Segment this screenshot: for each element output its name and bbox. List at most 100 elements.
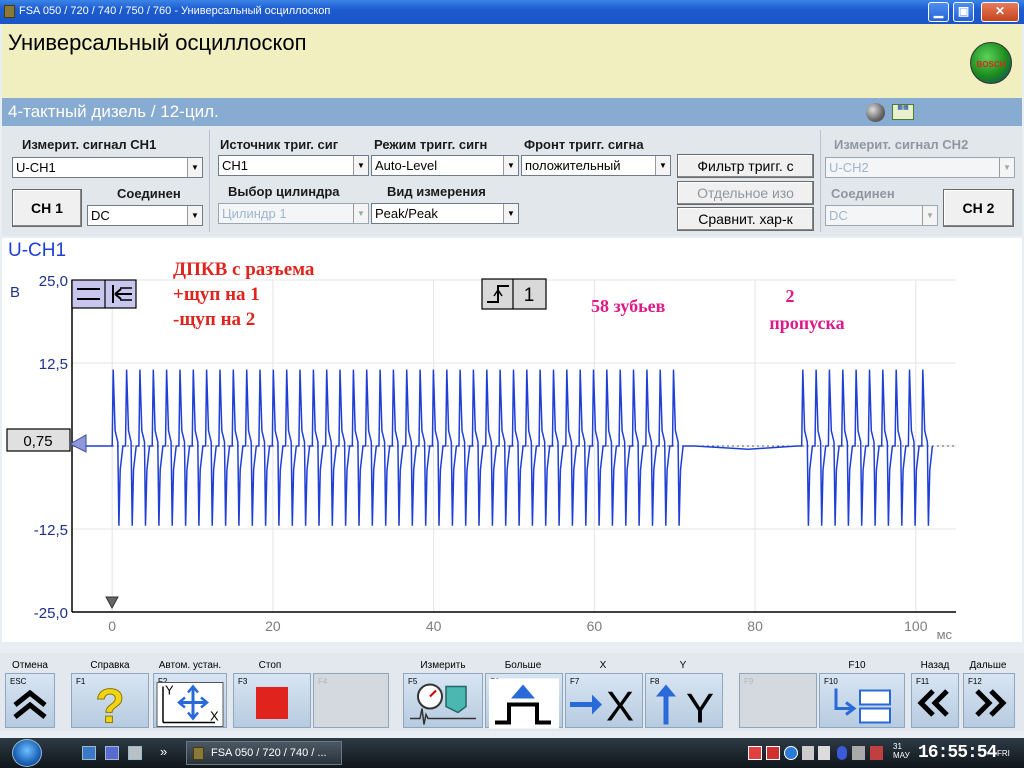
chevron-down-icon[interactable]: ▼: [999, 158, 1014, 177]
fkey-f2-button[interactable]: F2YX: [153, 673, 227, 728]
annotation-source-2: +щуп на 1: [173, 284, 260, 305]
quicklaunch-icon[interactable]: [82, 746, 96, 760]
maximize-button[interactable]: ▣: [953, 2, 974, 22]
double-chevron-left-icon: [911, 683, 959, 723]
cylinder-label: Выбор цилиндра: [228, 184, 340, 199]
fkey-f5-button[interactable]: F5: [403, 673, 483, 728]
ch1-button[interactable]: CH 1: [12, 189, 82, 227]
tray-bluetooth-icon[interactable]: [837, 746, 847, 760]
app-icon: [193, 747, 204, 760]
annotation-source-3: -щуп на 2: [173, 309, 255, 330]
measure-type-select[interactable]: Peak/Peak ▼: [371, 203, 519, 224]
help-question-icon: ?: [80, 678, 140, 734]
annotation-source-1: ДПКВ с разъема: [173, 259, 315, 280]
taskbar-app-label: FSA 050 / 720 / 740 / ...: [211, 747, 327, 759]
window-titlebar[interactable]: FSA 050 / 720 / 740 / 750 / 760 - Универ…: [0, 0, 1024, 24]
divider: [209, 130, 210, 232]
tray-power-icon[interactable]: [784, 746, 798, 760]
chevron-down-icon[interactable]: ▼: [655, 156, 670, 175]
fkey-f7-button[interactable]: F7 X: [565, 673, 643, 729]
start-button[interactable]: [12, 739, 42, 767]
double-chevron-up-icon: [5, 683, 55, 723]
x-tick-label: 0: [108, 618, 116, 634]
app-icon: [4, 5, 15, 18]
trigger-level-value: 0,75: [23, 433, 52, 450]
timebase-icon[interactable]: [71, 279, 137, 309]
svg-text:X: X: [210, 708, 219, 723]
tray-app-icon[interactable]: [870, 746, 883, 760]
trigger-mode-label: Режим тригг. сигн: [374, 137, 488, 152]
close-button[interactable]: ✕: [981, 2, 1019, 22]
tray-network-icon[interactable]: [766, 746, 780, 760]
ch1-coupling-label: Соединен: [117, 186, 181, 201]
fkey-f11-button[interactable]: F11: [911, 673, 959, 728]
oscilloscope-chart[interactable]: 0 20 40 60 80 10025,012,5-12,5-25,0мсВ 1…: [2, 238, 1022, 642]
ch1-signal-select[interactable]: U-CH1 ▼: [12, 157, 203, 178]
taskbar: » FSA 050 / 720 / 740 / ... 31 МАУ 16:55…: [0, 738, 1024, 768]
ch2-coupling-select[interactable]: DC ▼: [825, 205, 938, 226]
trigger-edge-icon[interactable]: 1: [481, 278, 547, 310]
trigger-filter-button[interactable]: Фильтр тригг. с: [677, 154, 814, 178]
trigger-source-value: CH1: [222, 158, 249, 173]
ch2-signal-select[interactable]: U-CH2 ▼: [825, 157, 1015, 178]
y-tick-label: 12,5: [39, 356, 68, 373]
fkey-f6-button[interactable]: F6: [485, 673, 563, 728]
fkey-number: F4: [318, 677, 328, 686]
fkey-label: Отмена: [12, 660, 48, 671]
fkey-label: Измерить: [420, 660, 466, 671]
chevron-down-icon[interactable]: ▼: [503, 156, 518, 175]
ch2-signal-label: Измерит. сигнал CH2: [834, 137, 969, 152]
y-tick-label: -12,5: [34, 522, 68, 539]
chevron-down-icon[interactable]: ▼: [187, 158, 202, 177]
tray-app-icon[interactable]: [852, 746, 865, 760]
fkey-f4-button[interactable]: F4: [313, 673, 389, 728]
chevron-down-icon[interactable]: ▼: [922, 206, 937, 225]
fkey-f12-button[interactable]: F12: [963, 673, 1015, 728]
minimize-button[interactable]: ▁: [928, 2, 949, 22]
ch1-coupling-select[interactable]: DC ▼: [87, 205, 203, 226]
taskbar-app-button[interactable]: FSA 050 / 720 / 740 / ...: [186, 741, 342, 765]
y-axis-icon: Y: [646, 678, 722, 731]
fkey-number: F3: [238, 677, 248, 686]
chevron-down-icon[interactable]: ▼: [353, 204, 368, 223]
connection-icon: ▦▦: [892, 104, 914, 120]
chevron-down-icon[interactable]: ▼: [187, 206, 202, 225]
tray-volume-icon[interactable]: [802, 746, 814, 760]
trigger-source-select[interactable]: CH1 ▼: [218, 155, 369, 176]
quicklaunch-icon[interactable]: [105, 746, 119, 760]
bosch-logo: BOSCH: [970, 42, 1012, 84]
fkey-f8-button[interactable]: F8 Y: [645, 673, 723, 731]
function-key-bar: ОтменаESCСправкаF1?Автом. устан.F2YXСтоп…: [0, 653, 1024, 734]
x-axis-icon: X: [566, 678, 642, 729]
fkey-f9-button[interactable]: F9: [739, 673, 817, 728]
logo-text: BOSCH: [977, 60, 1006, 69]
cylinder-value: Цилиндр 1: [222, 206, 287, 221]
tray-flag-icon[interactable]: [818, 746, 830, 760]
fkey-f10-button[interactable]: F10: [819, 673, 905, 728]
fkey-esc-button[interactable]: ESC: [5, 673, 55, 728]
x-tick-label: 80: [747, 618, 763, 634]
x-axis-label: мс: [937, 627, 953, 642]
fkey-f3-button[interactable]: F3: [233, 673, 311, 728]
tray-network-icon[interactable]: [748, 746, 762, 760]
fkey-f1-button[interactable]: F1?: [71, 673, 149, 734]
trigger-mode-value: Auto-Level: [375, 158, 438, 173]
annotation-gap-count: 2: [786, 286, 795, 306]
quicklaunch-more-icon[interactable]: »: [160, 744, 167, 759]
ch2-button[interactable]: CH 2: [943, 189, 1014, 227]
clock-month: МАУ: [893, 751, 910, 760]
separate-view-button[interactable]: Отдельное изо: [677, 181, 814, 205]
chevron-down-icon[interactable]: ▼: [353, 156, 368, 175]
trigger-source-label: Источник триг. сиг: [220, 137, 339, 152]
stop-icon: [252, 683, 292, 723]
trigger-mode-select[interactable]: Auto-Level ▼: [371, 155, 519, 176]
chevron-down-icon[interactable]: ▼: [503, 204, 518, 223]
quicklaunch-icon[interactable]: [128, 746, 142, 760]
svg-text:Y: Y: [165, 682, 174, 697]
cylinder-select[interactable]: Цилиндр 1 ▼: [218, 203, 369, 224]
trigger-edge-select[interactable]: положительный ▼: [521, 155, 671, 176]
divider: [820, 130, 821, 232]
page-title: Универсальный осциллоскоп: [8, 30, 307, 55]
y-tick-label: 25,0: [39, 273, 68, 290]
compare-button[interactable]: Сравнит. хар-к: [677, 207, 814, 231]
